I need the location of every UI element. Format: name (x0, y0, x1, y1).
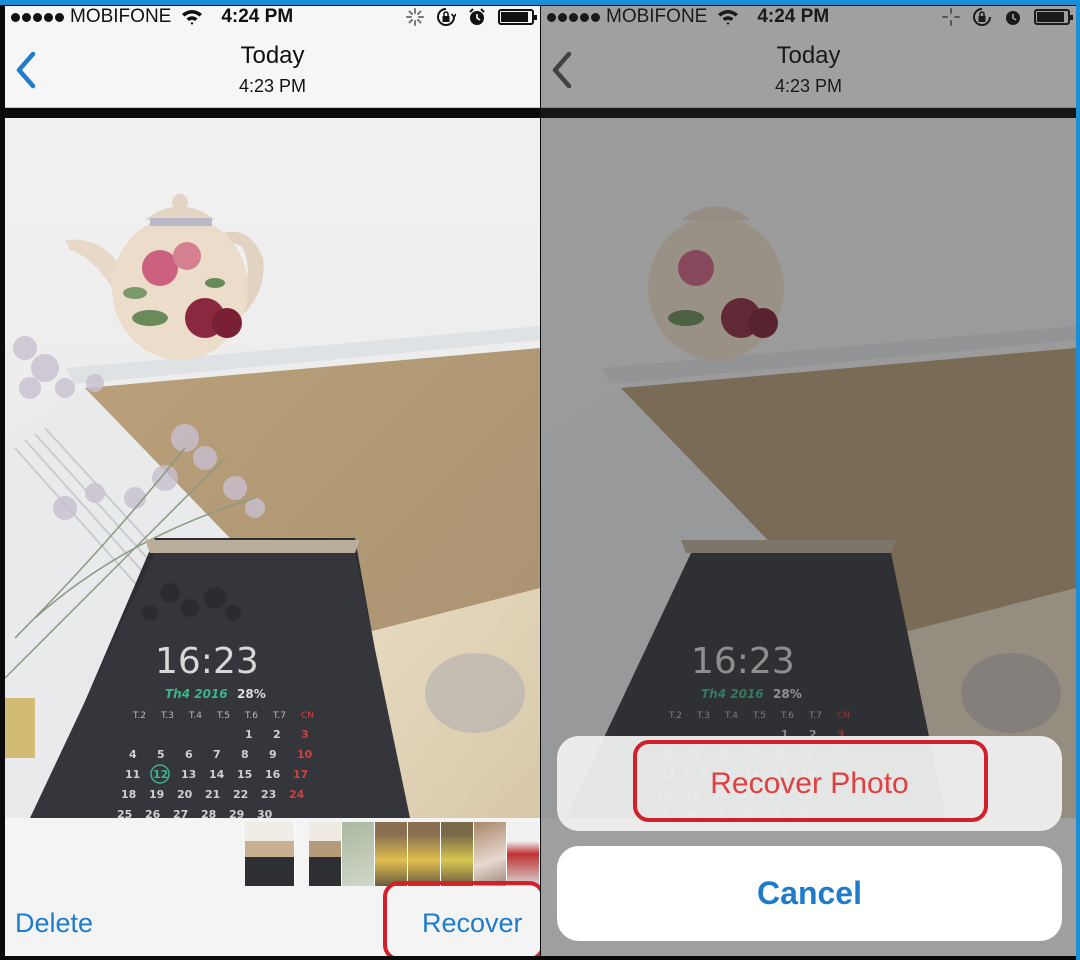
calendar-day: 4 (129, 748, 137, 761)
nav-title: Today (240, 42, 305, 69)
calendar-day: 5 (157, 748, 165, 761)
thumbnail[interactable] (375, 822, 408, 886)
calendar-weekday-header: T.4 (188, 711, 202, 721)
calendar-weekday-header: T.3 (160, 711, 174, 721)
photo-viewer[interactable]: 16:23 Th4 2016 28% T.2 T.3 T.4 T.5 T.6 T.7 CN 1… (5, 118, 540, 818)
calendar-day: 15 (237, 768, 252, 781)
status-time: 4:24 PM (221, 6, 294, 27)
nav-subtitle: 4:23 PM (238, 76, 307, 96)
calendar-day: 27 (173, 808, 188, 818)
calendar-day: 7 (213, 748, 221, 761)
calendar-day: 16 (265, 768, 281, 781)
frame-border-right (1076, 0, 1080, 960)
status-bar: MOBIFONE 4:24 PM (5, 6, 540, 28)
calendar-day: 29 (229, 808, 244, 818)
calendar-day: 23 (261, 788, 276, 801)
calendar-day: 3 (301, 728, 309, 741)
calendar-weekday-header: T.2 (132, 711, 146, 721)
calendar-weekday-header: T.7 (272, 711, 286, 721)
annotation-highlight-recover-photo (633, 740, 988, 822)
calendar-weekday-header: T.5 (216, 711, 230, 721)
thumbnail[interactable] (342, 822, 375, 886)
calendar-day: 21 (205, 788, 220, 801)
calendar-day: 26 (145, 808, 161, 818)
thumbnail-strip[interactable] (245, 822, 540, 886)
calendar-day: 11 (125, 768, 140, 781)
thumbnail[interactable] (474, 822, 507, 886)
frame-border-top (0, 0, 1080, 5)
screen-photo-view: MOBIFONE 4:24 PM Today 4:23 PM 16:23 Th4… (5, 6, 540, 956)
signal-dots-icon (11, 12, 64, 22)
phone-date-text: Th4 2016 (165, 687, 228, 701)
calendar-day: 18 (121, 788, 136, 801)
calendar-day: 19 (149, 788, 164, 801)
cancel-label: Cancel (757, 875, 862, 911)
cancel-button[interactable]: Cancel (557, 846, 1062, 941)
calendar-day: 22 (233, 788, 248, 801)
calendar-day: 8 (241, 748, 249, 761)
phone-clock-text: 16:23 (155, 641, 259, 682)
calendar-day: 30 (257, 808, 273, 818)
calendar-day: 25 (117, 808, 132, 818)
delete-button[interactable]: Delete (15, 908, 93, 939)
calendar-weekday-header: CN (301, 711, 314, 721)
calendar-day: 13 (181, 768, 196, 781)
thumbnail[interactable] (507, 822, 540, 886)
annotation-highlight-recover (383, 881, 540, 956)
carrier-name: MOBIFONE (70, 6, 172, 27)
thumbnail[interactable] (408, 822, 441, 886)
wifi-icon (182, 10, 203, 25)
calendar-day: 2 (273, 728, 281, 741)
calendar-day: 1 (245, 728, 253, 741)
calendar-day: 10 (297, 748, 313, 761)
battery-icon (498, 9, 537, 25)
calendar-day: 20 (177, 788, 193, 801)
phone-battery-text: 28% (237, 687, 266, 701)
calendar-weekday-header: T.6 (244, 711, 258, 721)
calendar-day: 14 (209, 768, 225, 781)
thumbnail[interactable] (441, 822, 474, 886)
thumbnail[interactable] (245, 822, 295, 886)
activity-spinner-icon (406, 8, 424, 26)
thumbnail[interactable] (309, 822, 342, 886)
calendar-day: 6 (185, 748, 193, 761)
photo-image: 16:23 Th4 2016 28% T.2 T.3 T.4 T.5 T.6 T.7 CN 1… (5, 118, 540, 818)
calendar-day: 12 (153, 768, 168, 781)
navigation-bar: Today 4:23 PM (5, 28, 540, 108)
orientation-lock-icon (437, 8, 456, 26)
calendar-day: 28 (201, 808, 216, 818)
screen-action-sheet: MOBIFONE 4:24 PM Today 4:23 PM 16:23 Th4… (541, 6, 1076, 956)
calendar-day: 17 (293, 768, 308, 781)
calendar-day: 9 (269, 748, 277, 761)
calendar-day: 24 (289, 788, 305, 801)
alarm-icon (469, 8, 485, 25)
